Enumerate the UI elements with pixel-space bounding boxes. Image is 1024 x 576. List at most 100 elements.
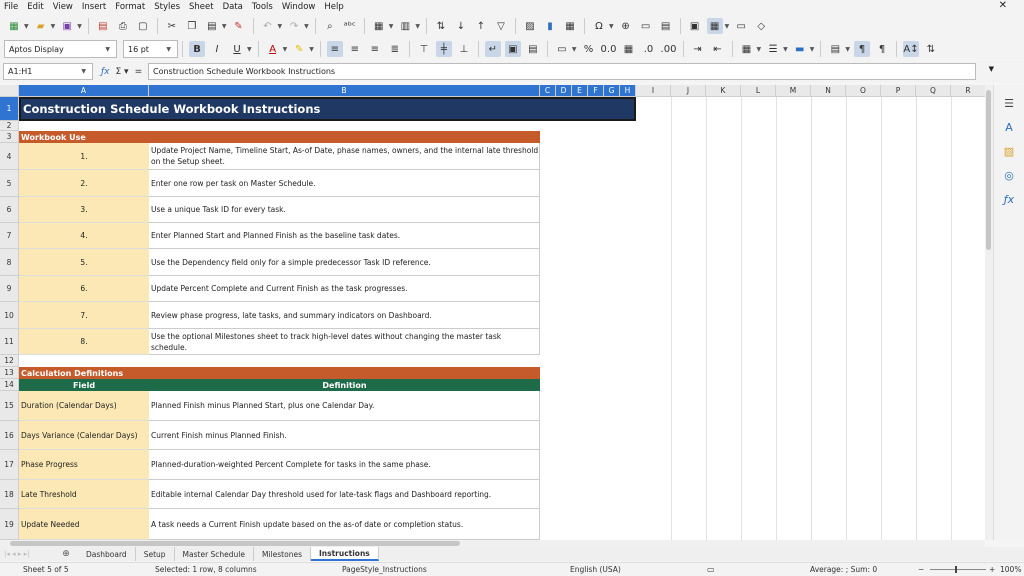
selection-mode-icon[interactable]: ▭: [707, 565, 715, 574]
font-size-box[interactable]: 16 pt ▼: [123, 40, 178, 58]
functions-icon[interactable]: ƒx: [1001, 191, 1017, 207]
center-vertically-icon[interactable]: ╪: [435, 41, 452, 57]
column-header-c[interactable]: C: [540, 85, 556, 97]
headers-footers-icon[interactable]: ▤: [658, 18, 674, 34]
align-top-icon[interactable]: ⊤: [416, 41, 432, 57]
column-header-i[interactable]: I: [636, 85, 671, 97]
chevron-down-icon[interactable]: ▼: [247, 46, 252, 53]
tab-navigation[interactable]: |◂ ◂ ▸ ▸|: [0, 547, 60, 561]
zoom-slider[interactable]: [930, 569, 986, 570]
date-format-icon[interactable]: ▦: [621, 41, 637, 57]
right-to-left-icon[interactable]: ¶: [874, 41, 890, 57]
row-header[interactable]: 13: [0, 367, 19, 379]
align-left-icon[interactable]: ≡: [326, 41, 343, 57]
decrease-indent-icon[interactable]: ⇤: [710, 41, 726, 57]
step-number-cell[interactable]: 3.: [19, 197, 149, 223]
sum-icon[interactable]: Σ ▾: [116, 67, 129, 77]
chevron-down-icon[interactable]: ▼: [283, 46, 288, 53]
step-number-cell[interactable]: 5.: [19, 249, 149, 276]
sort-icon[interactable]: ⇅: [433, 18, 449, 34]
find-replace-icon[interactable]: ⌕: [322, 18, 338, 34]
row-header[interactable]: 11: [0, 329, 19, 355]
column-header-e[interactable]: E: [572, 85, 588, 97]
step-text-cell[interactable]: Update Percent Complete and Current Fini…: [149, 276, 540, 302]
left-to-right-icon[interactable]: ¶: [854, 41, 870, 57]
select-all-corner[interactable]: [0, 85, 19, 97]
workbook-use-header-fill[interactable]: [149, 131, 540, 143]
chevron-down-icon[interactable]: ▼: [81, 68, 86, 75]
row-header[interactable]: 15: [0, 391, 19, 421]
column-header-l[interactable]: L: [741, 85, 776, 97]
tab-milestones[interactable]: Milestones: [254, 547, 311, 561]
last-sheet-icon[interactable]: ▸|: [24, 550, 30, 558]
column-header-a[interactable]: A: [19, 85, 149, 97]
next-sheet-icon[interactable]: ▸: [18, 550, 22, 558]
definition-cell[interactable]: Editable internal Calendar Day threshold…: [149, 480, 540, 509]
border-style-icon[interactable]: ☰: [765, 41, 781, 57]
vertical-scrollbar[interactable]: [985, 85, 993, 540]
chevron-down-icon[interactable]: ▼: [24, 23, 29, 30]
copy-icon[interactable]: ❐: [184, 18, 200, 34]
chevron-down-icon[interactable]: ▼: [278, 23, 283, 30]
row-header[interactable]: 19: [0, 509, 19, 540]
special-character-icon[interactable]: Ω: [591, 18, 607, 34]
align-center-icon[interactable]: ≡: [347, 41, 363, 57]
language-status[interactable]: English (USA): [570, 565, 621, 574]
column-header-p[interactable]: P: [881, 85, 916, 97]
bold-icon[interactable]: B: [189, 41, 205, 57]
horizontal-scrollbar[interactable]: [0, 540, 985, 547]
step-text-cell[interactable]: Use the Dependency field only for a simp…: [149, 249, 540, 276]
definition-cell[interactable]: Current Finish minus Planned Finish.: [149, 421, 540, 450]
definition-cell[interactable]: Planned Finish minus Planned Start, plus…: [149, 391, 540, 421]
define-print-area-icon[interactable]: ▣: [687, 18, 703, 34]
column-header-m[interactable]: M: [776, 85, 811, 97]
chevron-down-icon[interactable]: ▼: [415, 23, 420, 30]
step-number-cell[interactable]: 7.: [19, 302, 149, 329]
close-document-icon[interactable]: ✕: [999, 0, 1007, 11]
open-folder-icon[interactable]: ▰: [33, 18, 49, 34]
font-name-box[interactable]: Aptos Display ▼: [4, 40, 117, 58]
new-document-icon[interactable]: ▦: [6, 18, 22, 34]
row-header[interactable]: 9: [0, 276, 19, 302]
name-box[interactable]: A1:H1 ▼: [3, 63, 93, 80]
chevron-down-icon[interactable]: ▼: [105, 46, 110, 53]
field-name-cell[interactable]: Late Threshold: [19, 480, 149, 509]
text-orientation-icon[interactable]: A↕: [903, 41, 919, 57]
add-sheet-icon[interactable]: ⊕: [60, 549, 72, 559]
step-number-cell[interactable]: 2.: [19, 170, 149, 197]
navigator-icon[interactable]: ◎: [1001, 167, 1017, 183]
menu-sheet[interactable]: Sheet: [189, 2, 214, 12]
chevron-down-icon[interactable]: ▼: [783, 46, 788, 53]
menu-data[interactable]: Data: [223, 2, 243, 12]
pivot-table-icon[interactable]: ▦: [562, 18, 578, 34]
menu-styles[interactable]: Styles: [154, 2, 180, 12]
menu-window[interactable]: Window: [282, 2, 316, 12]
redo-icon[interactable]: ↷: [286, 18, 302, 34]
save-icon[interactable]: ▣: [59, 18, 75, 34]
column-header-o[interactable]: O: [846, 85, 881, 97]
row-header[interactable]: 10: [0, 302, 19, 329]
row-icon[interactable]: ▦: [371, 18, 387, 34]
menu-insert[interactable]: Insert: [82, 2, 106, 12]
properties-icon[interactable]: ☰: [1001, 95, 1017, 111]
expand-formula-bar-icon[interactable]: ▼: [989, 65, 994, 73]
clone-formatting-icon[interactable]: ✎: [231, 18, 247, 34]
zoom-slider-knob[interactable]: [955, 566, 957, 573]
column-header-f[interactable]: F: [588, 85, 604, 97]
menu-view[interactable]: View: [53, 2, 73, 12]
highlight-color-icon[interactable]: ✎: [291, 41, 307, 57]
zoom-out-icon[interactable]: −: [918, 565, 924, 574]
function-wizard-icon[interactable]: ƒx: [101, 67, 110, 77]
calculation-definitions-header-fill[interactable]: [149, 367, 540, 379]
row-header[interactable]: 17: [0, 450, 19, 480]
vertical-scroll-thumb[interactable]: [986, 90, 991, 250]
chevron-down-icon[interactable]: ▼: [77, 23, 82, 30]
cut-icon[interactable]: ✂: [164, 18, 180, 34]
gallery-icon[interactable]: ▨: [1001, 143, 1017, 159]
hyperlink-icon[interactable]: ⊕: [618, 18, 634, 34]
autofilter-icon[interactable]: ▽: [493, 18, 509, 34]
menu-format[interactable]: Format: [115, 2, 145, 12]
freeze-rows-columns-icon[interactable]: ▦: [706, 18, 723, 34]
insert-image-icon[interactable]: ▨: [522, 18, 538, 34]
chevron-down-icon[interactable]: ▼: [609, 23, 614, 30]
